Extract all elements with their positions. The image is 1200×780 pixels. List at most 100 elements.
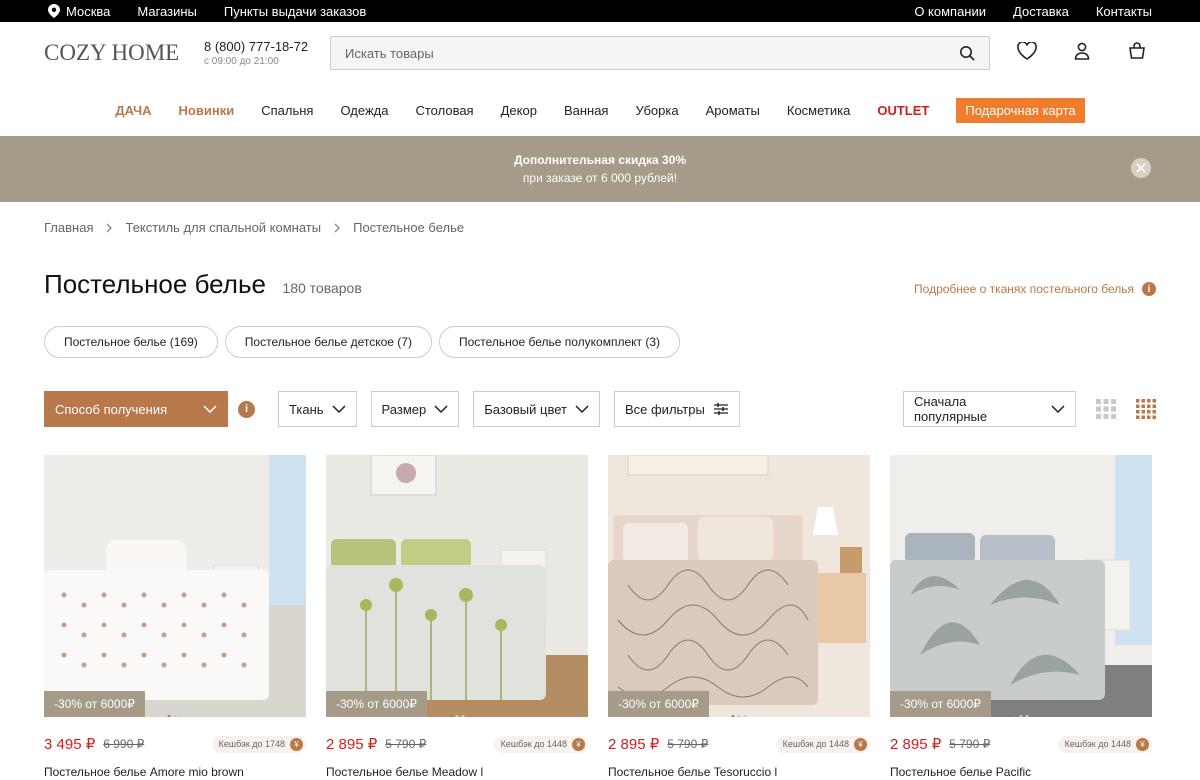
contacts-link[interactable]: Контакты [1096,4,1152,19]
favorites-icon[interactable] [1016,40,1038,62]
product-grid: -30% от 6000₽ 3 495 ₽ 6 990 ₽ Кешбэк до … [44,455,1200,779]
filter-bar: Способ получения i Ткань Размер Базовый … [44,391,1156,427]
image-pager [1013,715,1029,717]
cashback-icon: ¥ [290,737,303,751]
chip-half-set[interactable]: Постельное белье полукомплект (3) [438,326,680,358]
all-filters-button[interactable]: Все фильтры [613,391,740,427]
product-image[interactable]: -30% от 6000₽ [608,455,870,717]
phone-number[interactable]: 8 (800) 777-18-72 [204,39,330,54]
cashback-icon: ¥ [1136,737,1149,751]
image-pager [167,715,183,717]
all-filters-label: Все фильтры [624,401,705,417]
chevron-down-icon [575,405,589,413]
promo-line-2: при заказе от 6 000 рублей! [522,171,678,185]
product-card[interactable]: -30% от 6000₽ 2 895 ₽ 5 790 ₽ Кешбэк до … [890,455,1152,779]
nav-item-cleaning[interactable]: Уборка [635,103,678,118]
price: 2 895 ₽ [608,736,660,753]
cashback-badge: Кешбэк до 1448 ¥ [1057,735,1152,753]
fabric-filter[interactable]: Ткань [278,391,357,427]
image-pager [731,715,747,717]
fabric-info-label: Подробнее о тканях постельного белья [914,282,1134,296]
working-hours: с 09:00 до 21:00 [204,56,279,67]
fabric-filter-label: Ткань [289,401,324,417]
price-row: 2 895 ₽ 5 790 ₽ Кешбэк до 1448 ¥ [326,735,588,753]
fabric-info-link[interactable]: Подробнее о тканях постельного белья i [914,282,1156,296]
header: COZY HOME 8 (800) 777-18-72 с 09:00 до 2… [0,22,1200,84]
grid-large-icon[interactable] [1096,399,1116,419]
nav-item-outlet[interactable]: OUTLET [877,103,929,118]
product-card[interactable]: -30% от 6000₽ 2 895 ₽ 5 790 ₽ Кешбэк до … [326,455,588,779]
nav-item-bath[interactable]: Ванная [564,103,609,118]
product-image[interactable]: -30% от 6000₽ [326,455,588,717]
size-filter[interactable]: Размер [370,391,460,427]
logo[interactable]: COZY HOME [44,40,204,66]
nav-item-clothes[interactable]: Одежда [340,103,388,118]
delivery-method-label: Способ получения [55,401,168,417]
cart-icon[interactable] [1126,40,1148,62]
about-link[interactable]: О компании [914,4,986,19]
nav-item-decor[interactable]: Декор [501,103,537,118]
delivery-method-filter[interactable]: Способ получения [44,391,228,427]
grid-small-icon[interactable] [1136,399,1156,419]
product-card[interactable]: -30% от 6000₽ 3 495 ₽ 6 990 ₽ Кешбэк до … [44,455,306,779]
sort-label: Сначала популярные [914,394,988,424]
cashback-icon: ¥ [854,737,867,751]
top-bar: Москва Магазины Пункты выдачи заказов О … [0,0,1200,22]
main-nav: ДАЧА Новинки Спальня Одежда Столовая Дек… [0,84,1200,136]
stores-link[interactable]: Магазины [137,4,197,19]
pickup-points-link[interactable]: Пункты выдачи заказов [224,4,366,19]
product-name[interactable]: Постельное белье Meadow l [326,765,588,779]
cashback-label: Кешбэк до 1448 [782,739,849,749]
nav-item-dacha[interactable]: ДАЧА [115,103,151,118]
phone-block: 8 (800) 777-18-72 с 09:00 до 21:00 [204,39,330,67]
product-name[interactable]: Постельное белье Tesoruccio l [608,765,870,779]
nav-item-new[interactable]: Новинки [179,103,235,118]
chip-kids-bed-linen[interactable]: Постельное белье детское (7) [224,326,432,358]
gift-card-button[interactable]: Подарочная карта [956,97,1085,123]
view-toggle [1096,399,1156,419]
cashback-icon: ¥ [572,737,585,751]
discount-badge: -30% от 6000₽ [326,691,427,717]
nav-item-bedroom[interactable]: Спальня [261,103,313,118]
city-label: Москва [66,3,111,19]
city-selector[interactable]: Москва [48,4,110,19]
discount-badge: -30% от 6000₽ [44,691,145,717]
search-icon[interactable] [959,45,975,61]
nav-item-aromas[interactable]: Ароматы [706,103,760,118]
search-input[interactable]: Искать товары [330,36,990,70]
sort-select[interactable]: Сначала популярные [903,391,1076,427]
base-color-filter[interactable]: Базовый цвет [473,391,600,427]
product-name[interactable]: Постельное белье Pacific [890,765,1152,779]
cashback-label: Кешбэк до 1448 [1064,739,1131,749]
nav-item-dining[interactable]: Столовая [415,103,473,118]
product-card[interactable]: -30% от 6000₽ 2 895 ₽ 5 790 ₽ Кешбэк до … [608,455,870,779]
close-icon[interactable] [1131,158,1151,178]
product-name[interactable]: Постельное белье Amore mio brown [44,765,306,779]
location-pin-icon [48,4,60,18]
sliders-icon [713,403,728,415]
cashback-badge: Кешбэк до 1448 ¥ [493,735,588,753]
chip-bed-linen[interactable]: Постельное белье (169) [44,326,218,358]
search-placeholder: Искать товары [345,45,434,61]
cashback-badge: Кешбэк до 1748 ¥ [211,735,306,753]
product-image[interactable]: -30% от 6000₽ [890,455,1152,717]
title-bar: Постельное белье 180 товаров Подробнее о… [44,269,1156,300]
product-image[interactable]: -30% от 6000₽ [44,455,306,717]
chevron-down-icon [434,405,448,413]
breadcrumb-textile[interactable]: Текстиль для спальной комнаты [125,220,321,235]
user-icon[interactable] [1071,40,1093,62]
chevron-down-icon [1051,405,1065,413]
price: 3 495 ₽ [44,736,96,753]
image-pager [449,715,465,717]
cashback-label: Кешбэк до 1748 [218,739,285,749]
info-icon[interactable]: i [238,400,255,418]
old-price: 5 790 ₽ [385,737,427,751]
subcategory-chips: Постельное белье (169) Постельное белье … [44,326,1200,358]
old-price: 5 790 ₽ [949,737,991,751]
breadcrumb-home[interactable]: Главная [44,220,93,235]
price-row: 2 895 ₽ 5 790 ₽ Кешбэк до 1448 ¥ [608,735,870,753]
nav-item-cosmetics[interactable]: Косметика [787,103,850,118]
header-icons [1016,40,1148,62]
cashback-label: Кешбэк до 1448 [500,739,567,749]
delivery-link[interactable]: Доставка [1013,4,1069,19]
